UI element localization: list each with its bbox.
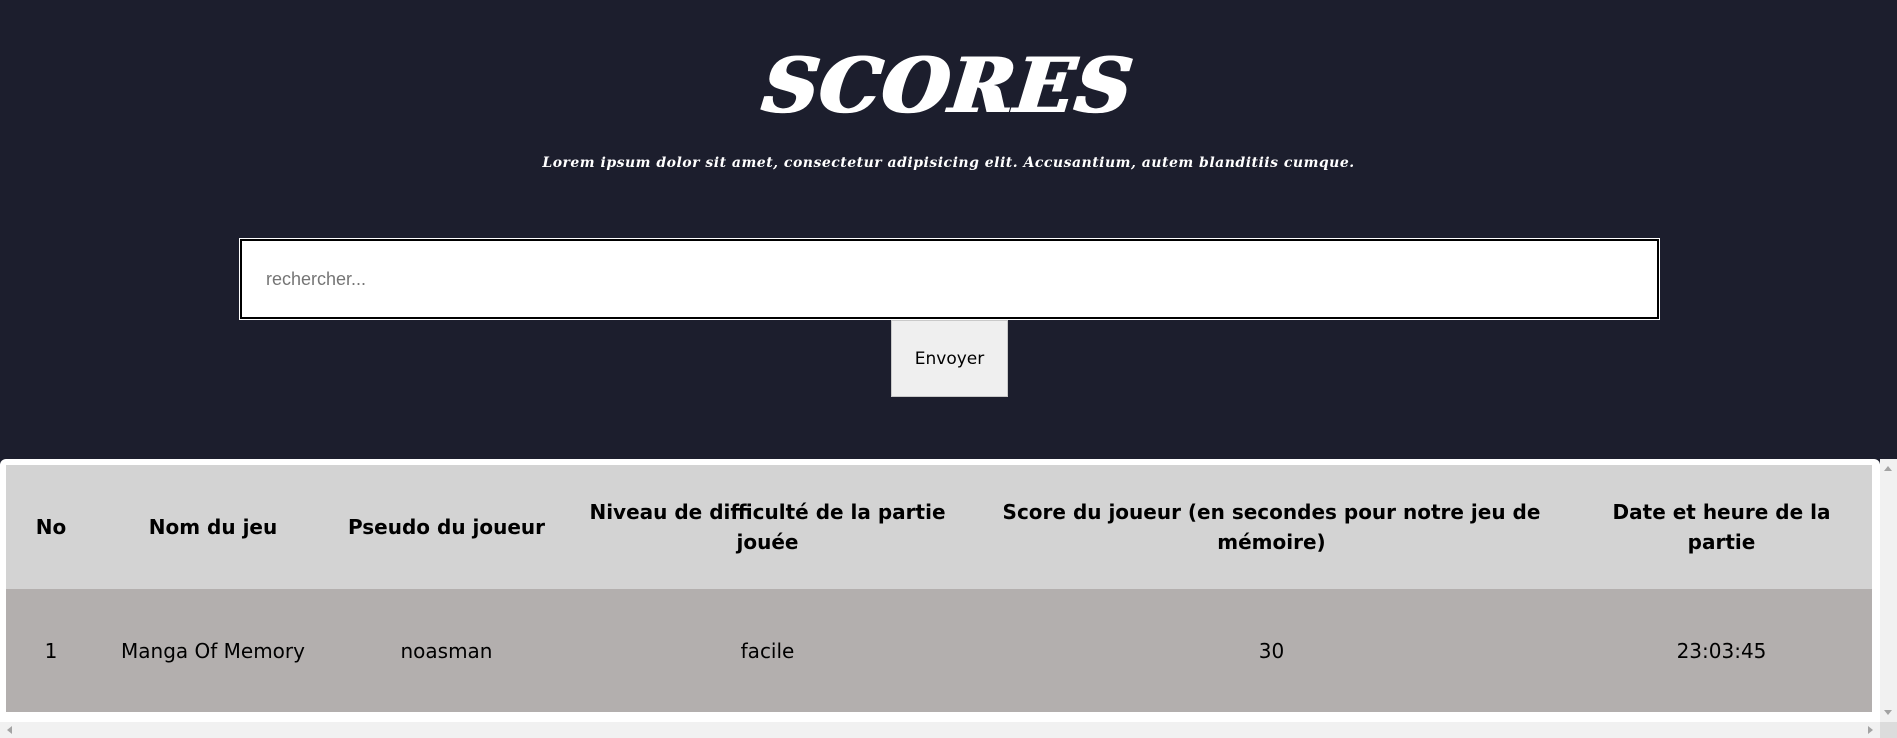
scores-table: No Nom du jeu Pseudo du joueur Niveau de… — [6, 465, 1872, 712]
scroll-right-icon[interactable] — [1868, 726, 1873, 734]
scrollbar-corner — [1880, 722, 1897, 738]
scores-page: SCORES Lorem ipsum dolor sit amet, conse… — [0, 0, 1897, 738]
page-title: SCORES — [759, 41, 1139, 130]
vertical-scrollbar[interactable] — [1880, 459, 1897, 722]
cell-no: 1 — [6, 589, 96, 712]
cell-difficulty: facile — [563, 589, 972, 712]
column-header-no: No — [6, 465, 96, 589]
horizontal-scrollbar[interactable] — [0, 722, 1880, 738]
scroll-up-icon[interactable] — [1884, 466, 1892, 471]
cell-date-time: 23:03:45 — [1571, 589, 1872, 712]
page-subtitle: Lorem ipsum dolor sit amet, consectetur … — [542, 155, 1355, 171]
send-button[interactable]: Envoyer — [891, 320, 1008, 397]
cell-score: 30 — [972, 589, 1571, 712]
table-row: 1 Manga Of Memory noasman facile 30 23:0… — [6, 589, 1872, 712]
column-header-score: Score du joueur (en secondes pour notre … — [972, 465, 1571, 589]
column-header-date-time: Date et heure de la partie — [1571, 465, 1872, 589]
scroll-left-icon[interactable] — [7, 726, 12, 734]
cell-player-nickname: noasman — [330, 589, 563, 712]
search-input[interactable] — [239, 238, 1660, 320]
column-header-player-nickname: Pseudo du joueur — [330, 465, 563, 589]
table-header-row: No Nom du jeu Pseudo du joueur Niveau de… — [6, 465, 1872, 589]
scroll-down-icon[interactable] — [1884, 710, 1892, 715]
column-header-difficulty: Niveau de difficulté de la partie jouée — [563, 465, 972, 589]
column-header-game-name: Nom du jeu — [96, 465, 330, 589]
cell-game-name: Manga Of Memory — [96, 589, 330, 712]
